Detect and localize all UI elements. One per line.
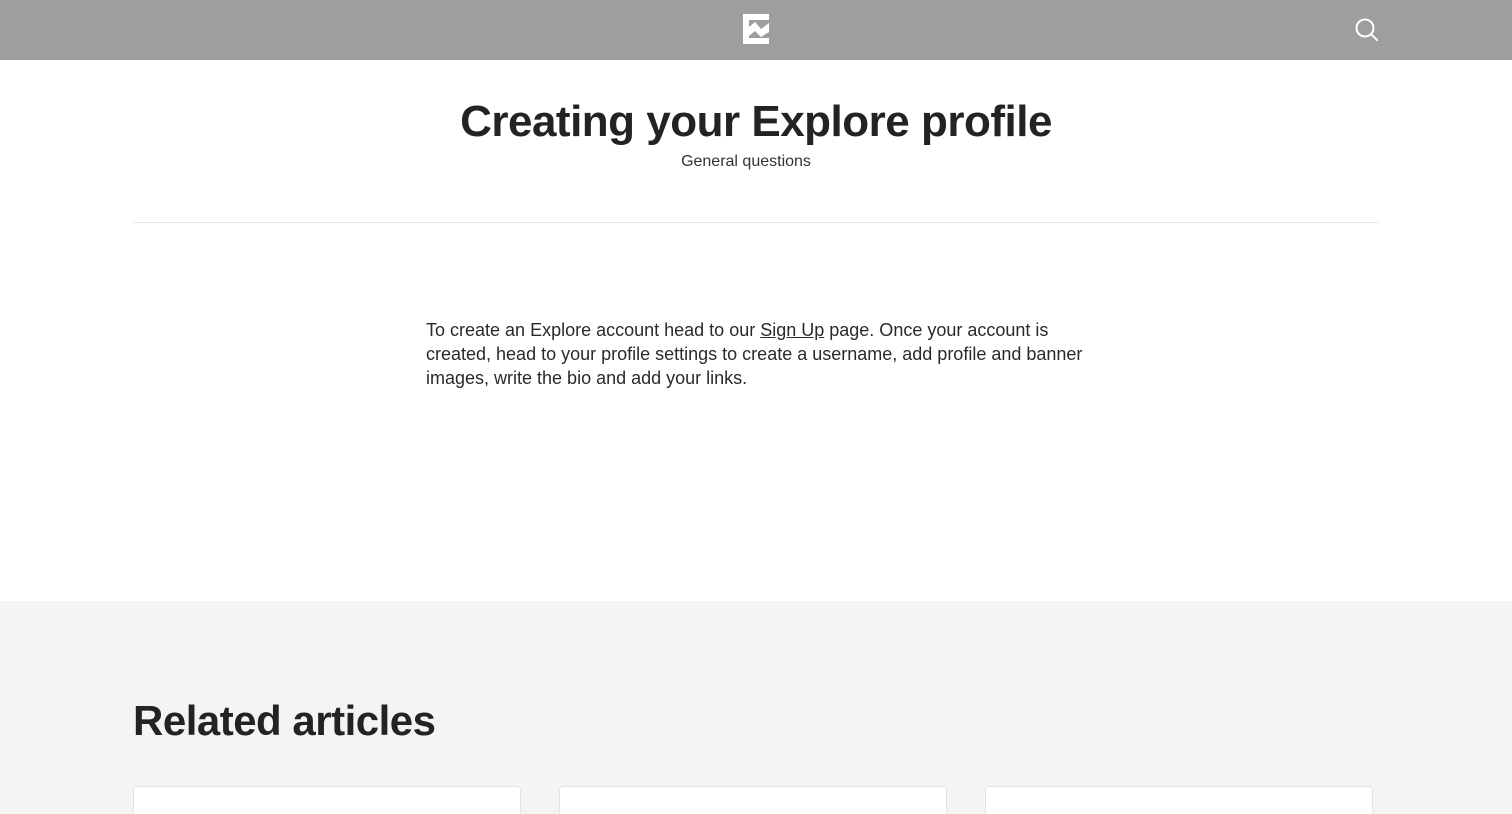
related-articles-title: Related articles xyxy=(133,697,436,744)
article-body-text-start: To create an Explore account head to our xyxy=(426,320,761,340)
search-icon[interactable] xyxy=(1352,16,1380,44)
divider xyxy=(133,222,1378,223)
related-articles-section: Related articles xyxy=(0,601,1512,814)
related-article-card[interactable] xyxy=(985,786,1373,814)
page-title: Creating your Explore profile xyxy=(460,97,1052,146)
top-navigation-bar xyxy=(0,0,1512,60)
sign-up-link[interactable]: Sign Up xyxy=(760,320,824,340)
article-category: General questions xyxy=(681,153,811,170)
article-header: Creating your Explore profile General qu… xyxy=(0,60,1512,223)
related-article-card[interactable] xyxy=(133,786,521,814)
explore-logo-icon[interactable] xyxy=(741,13,771,45)
article-body: To create an Explore account head to our… xyxy=(426,318,1086,390)
related-article-card[interactable] xyxy=(559,786,947,814)
